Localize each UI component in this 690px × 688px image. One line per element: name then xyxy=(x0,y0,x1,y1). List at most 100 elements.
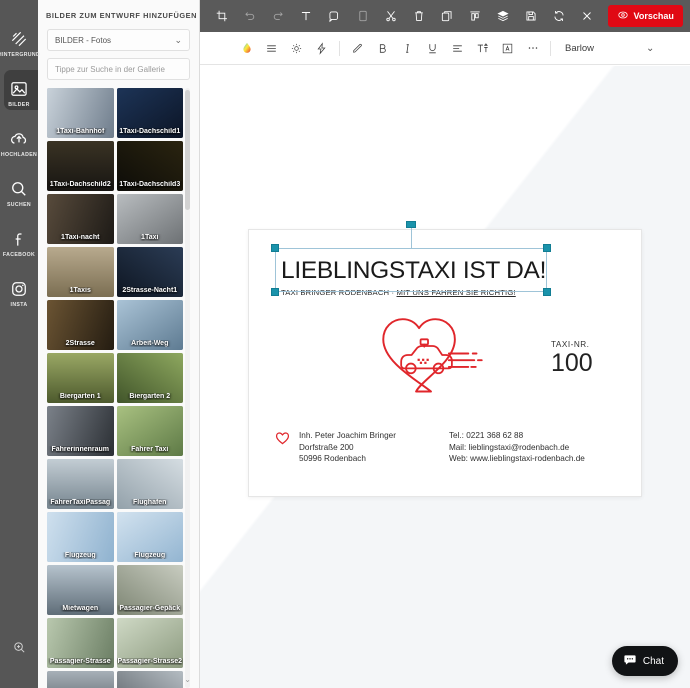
thumbnail-caption: Flugzeug xyxy=(64,552,96,559)
gallery-thumbnail[interactable] xyxy=(47,671,114,688)
upload-cloud-icon xyxy=(9,129,29,149)
taxi-number-block: TAXI-NR. 100 xyxy=(551,340,593,376)
chevron-down-icon[interactable]: ⌄ xyxy=(184,675,190,684)
gallery-thumbnail[interactable]: 2Strasse xyxy=(47,300,114,350)
close-icon[interactable] xyxy=(573,0,601,32)
align-top-icon[interactable] xyxy=(461,0,489,32)
gallery-thumbnail[interactable]: Fahrer Taxi xyxy=(116,406,183,456)
chat-button[interactable]: Chat xyxy=(611,646,678,676)
gallery-thumbnail[interactable]: Biergarten 2 xyxy=(116,353,183,403)
chevron-down-icon[interactable]: ⌄ xyxy=(646,43,654,54)
instagram-icon xyxy=(9,279,29,299)
design-canvas[interactable]: LIEBLINGSTAXI IST DA! TAXI BRINGER RODEN… xyxy=(200,66,690,688)
gallery-thumbnail[interactable]: Biergarten 1 xyxy=(47,353,114,403)
gallery-thumbnail[interactable]: 1Taxi-Dachschild1 xyxy=(116,88,183,138)
search-icon xyxy=(9,179,29,199)
gallery-thumbnail[interactable]: Fahrerinnenraum xyxy=(47,406,114,456)
sidebar-item-insta[interactable]: INSTA xyxy=(0,272,38,314)
selection-box xyxy=(275,248,547,292)
gallery-thumbnail[interactable]: Passagier-Strasse xyxy=(47,618,114,668)
thumbnail-caption: Arbeit-Weg xyxy=(131,340,169,347)
gallery-search-input[interactable]: Tippe zur Suche in der Gallerie xyxy=(47,58,190,80)
bold-icon[interactable] xyxy=(370,32,395,65)
gallery-thumbnail[interactable]: Flugzeug xyxy=(116,512,183,562)
text-box-icon[interactable] xyxy=(495,32,520,65)
contact-line: Dorfstraße 200 xyxy=(299,442,354,452)
undo-icon[interactable] xyxy=(236,0,264,32)
line-spacing-icon[interactable] xyxy=(259,32,284,65)
gallery-thumbnail[interactable]: FahrerTaxiPassag xyxy=(47,459,114,509)
duplicate-icon[interactable] xyxy=(433,0,461,32)
crop-icon[interactable] xyxy=(208,0,236,32)
sidebar-label-insta: INSTA xyxy=(10,301,28,308)
resize-handle-top-left[interactable] xyxy=(271,244,279,252)
sidebar-item-hintergrund[interactable]: HINTERGRUND xyxy=(0,22,40,64)
gallery-search-placeholder: Tippe zur Suche in der Gallerie xyxy=(55,64,165,74)
text-icon[interactable] xyxy=(292,0,320,32)
cut-icon[interactable] xyxy=(377,0,405,32)
gallery-thumbnail[interactable]: Passagier-Gepäck xyxy=(116,565,183,615)
thumbnail-caption: Biergarten 1 xyxy=(59,393,101,400)
category-dropdown[interactable]: BILDER - Fotos ⌄ xyxy=(47,29,190,51)
rotate-handle[interactable] xyxy=(406,221,416,228)
gallery-thumbnail[interactable]: 1Taxi-Bahnhof xyxy=(47,88,114,138)
heart-taxi-logo[interactable] xyxy=(371,308,491,396)
pencil-icon[interactable] xyxy=(345,32,370,65)
font-family-select[interactable]: Barlow xyxy=(565,43,594,54)
sidebar-item-facebook[interactable]: FACEBOOK xyxy=(0,222,38,264)
copy-style-icon[interactable] xyxy=(320,0,348,32)
gallery-thumbnail[interactable]: 1Taxi-nacht xyxy=(47,194,114,244)
font-size-icon[interactable] xyxy=(470,32,495,65)
thumbnail-caption: 1Taxi xyxy=(141,234,159,241)
gallery-thumbnail[interactable]: Arbeit-Weg xyxy=(116,300,183,350)
chevron-down-icon: ⌄ xyxy=(174,34,182,45)
delete-icon[interactable] xyxy=(405,0,433,32)
thumbnail-caption: Passagier-Strasse2 xyxy=(117,658,183,665)
preview-button[interactable]: Vorschau xyxy=(607,5,683,27)
contact-line: Mail: lieblingstaxi@rodenbach.de xyxy=(448,442,570,452)
contact-address[interactable]: Inh. Peter Joachim Bringer Dorfstraße 20… xyxy=(299,430,396,465)
main-toolbar: Vorschau xyxy=(200,0,690,32)
panel-title: BILDER ZUM ENTWURF HINZUFÜGEN xyxy=(46,11,198,20)
sidebar-item-suchen[interactable]: SUCHEN xyxy=(0,172,38,214)
color-drop-icon[interactable] xyxy=(234,32,259,65)
save-icon[interactable] xyxy=(517,0,545,32)
brightness-icon[interactable] xyxy=(284,32,309,65)
gallery-thumbnail[interactable]: Flughafen xyxy=(116,459,183,509)
resize-handle-top-right[interactable] xyxy=(543,244,551,252)
text-align-icon[interactable] xyxy=(445,32,470,65)
taxi-number-value[interactable]: 100 xyxy=(551,350,593,377)
gallery-thumbnail[interactable] xyxy=(116,671,183,688)
thumbnail-caption: Fahrer Taxi xyxy=(131,446,169,453)
resize-handle-bottom-right[interactable] xyxy=(543,288,551,296)
refresh-icon[interactable] xyxy=(545,0,573,32)
gallery-scrollbar[interactable] xyxy=(185,88,190,688)
sidebar-item-bilder[interactable]: BILDER xyxy=(0,70,38,114)
redo-icon[interactable] xyxy=(264,0,292,32)
more-options-icon[interactable] xyxy=(520,32,545,65)
chat-bubble-icon xyxy=(623,653,637,670)
sidebar-item-hochladen[interactable]: HOCHLADEN xyxy=(0,122,38,164)
gallery-thumbnail[interactable]: Passagier-Strasse2 xyxy=(116,618,183,668)
image-icon xyxy=(9,79,29,99)
gallery-thumbnail[interactable]: 1Taxis xyxy=(47,247,114,297)
contrast-icon[interactable] xyxy=(309,32,334,65)
thumbnail-caption: 1Taxis xyxy=(69,287,91,294)
contact-details[interactable]: Tel.: 0221 368 62 88 Mail: lieblingstaxi… xyxy=(449,430,585,465)
gallery-thumbnail[interactable]: 2Strasse-Nacht1 xyxy=(116,247,183,297)
taxi-number-label: TAXI-NR. xyxy=(551,340,590,349)
gallery-thumbnail[interactable]: Flugzeug xyxy=(47,512,114,562)
business-card[interactable]: LIEBLINGSTAXI IST DA! TAXI BRINGER RODEN… xyxy=(248,221,642,497)
gallery-thumbnail[interactable]: 1Taxi xyxy=(116,194,183,244)
gallery-scrollbar-thumb[interactable] xyxy=(185,90,190,210)
paste-icon[interactable] xyxy=(349,0,377,32)
thumbnail-caption: 1Taxi-Bahnhof xyxy=(56,128,105,135)
gallery-thumbnail[interactable]: 1Taxi-Dachschild3 xyxy=(116,141,183,191)
italic-icon[interactable] xyxy=(395,32,420,65)
layers-icon[interactable] xyxy=(489,0,517,32)
zoom-in-icon[interactable] xyxy=(0,632,38,662)
gallery-thumbnail[interactable]: Mietwagen xyxy=(47,565,114,615)
gallery-thumbnail[interactable]: 1Taxi-Dachschild2 xyxy=(47,141,114,191)
resize-handle-bottom-left[interactable] xyxy=(271,288,279,296)
underline-icon[interactable] xyxy=(420,32,445,65)
